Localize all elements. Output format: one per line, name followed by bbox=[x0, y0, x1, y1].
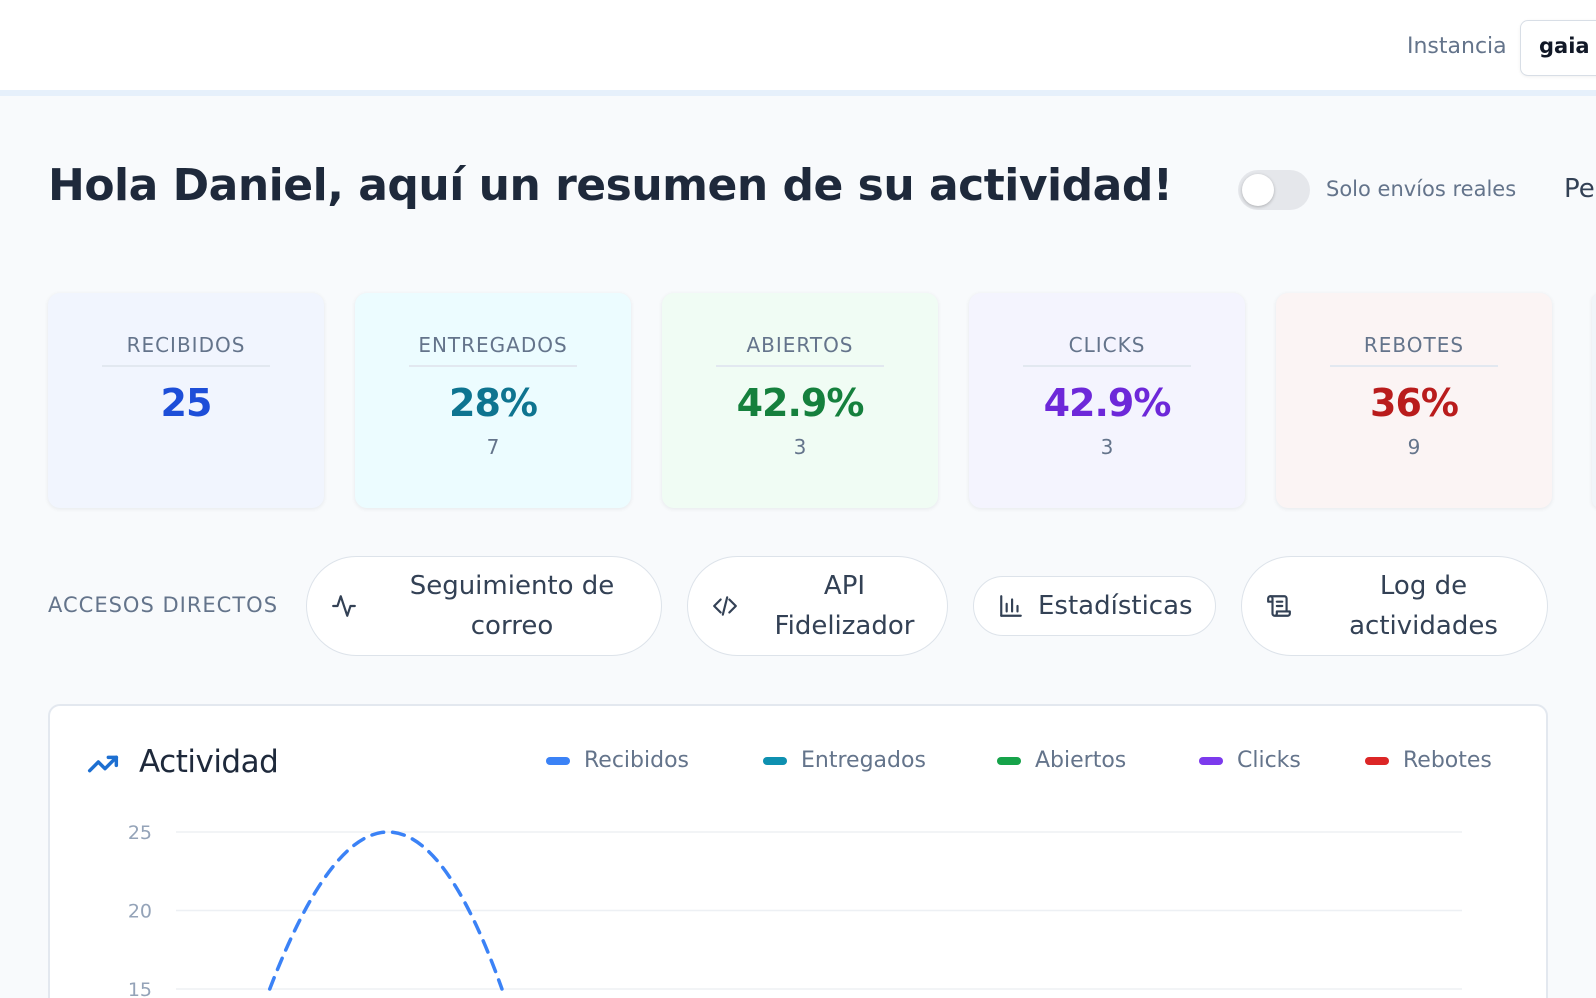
period-selector-truncated[interactable]: Pe bbox=[1564, 174, 1595, 204]
shortcut-label: API Fidelizador bbox=[774, 571, 915, 641]
stat-title: RECIBIDOS bbox=[102, 333, 270, 367]
stat-card-abiertos: ABIERTOS 42.9% 3 bbox=[662, 293, 938, 508]
stat-value: 36% bbox=[1370, 381, 1459, 425]
stat-count: 3 bbox=[793, 435, 807, 459]
activity-icon bbox=[332, 595, 356, 617]
stat-card-entregados: ENTREGADOS 28% 7 bbox=[355, 293, 631, 508]
shortcut-email-tracking-button[interactable]: Seguimiento de correo bbox=[306, 556, 662, 656]
page-title: Hola Daniel, aquí un resumen de su activ… bbox=[48, 160, 1173, 211]
bar-chart-icon bbox=[1000, 595, 1022, 617]
scroll-icon bbox=[1267, 595, 1291, 617]
shortcut-activity-log-button[interactable]: Log de actividades bbox=[1241, 556, 1548, 656]
stat-title: REBOTES bbox=[1330, 333, 1498, 367]
stat-title: CLICKS bbox=[1023, 333, 1191, 367]
stat-value: 25 bbox=[160, 381, 213, 425]
shortcut-label: Estadísticas bbox=[1038, 591, 1193, 621]
stat-count: 9 bbox=[1407, 435, 1421, 459]
instance-label: Instancia bbox=[1407, 34, 1507, 59]
stat-count: 3 bbox=[1100, 435, 1114, 459]
real-sends-toggle-label: Solo envíos reales bbox=[1326, 177, 1517, 201]
shortcut-label: Seguimiento de correo bbox=[409, 571, 615, 641]
shortcuts-label: ACCESOS DIRECTOS bbox=[48, 593, 279, 617]
stat-title: ENTREGADOS bbox=[409, 333, 577, 367]
stat-card-recibidos: RECIBIDOS 25 bbox=[48, 293, 324, 508]
activity-card: Actividad Recibidos Entregados Abiertos … bbox=[48, 704, 1548, 998]
y-tick-label: 15 bbox=[128, 979, 152, 998]
shortcut-label: Log de actividades bbox=[1349, 571, 1498, 641]
instance-select[interactable]: gaia bbox=[1520, 20, 1596, 76]
y-tick-label: 20 bbox=[128, 901, 152, 923]
code-icon bbox=[713, 596, 737, 616]
stat-card-clicks: CLICKS 42.9% 3 bbox=[969, 293, 1245, 508]
stat-value: 42.9% bbox=[736, 381, 865, 425]
stat-card-rebotes: REBOTES 36% 9 bbox=[1276, 293, 1552, 508]
y-tick-label: 25 bbox=[128, 822, 152, 844]
activity-chart: 25 20 15 bbox=[128, 822, 1462, 998]
real-sends-toggle[interactable] bbox=[1238, 170, 1310, 210]
shortcut-statistics-button[interactable]: Estadísticas bbox=[973, 576, 1216, 636]
shortcut-api-button[interactable]: API Fidelizador bbox=[687, 556, 948, 656]
stat-card-overflow-edge bbox=[1592, 293, 1596, 508]
stat-value: 42.9% bbox=[1043, 381, 1172, 425]
stat-title: ABIERTOS bbox=[716, 333, 884, 367]
top-bar: Instancia gaia bbox=[0, 0, 1596, 96]
stat-count: 7 bbox=[486, 435, 500, 459]
toggle-knob bbox=[1242, 174, 1274, 206]
stat-value: 28% bbox=[449, 381, 538, 425]
